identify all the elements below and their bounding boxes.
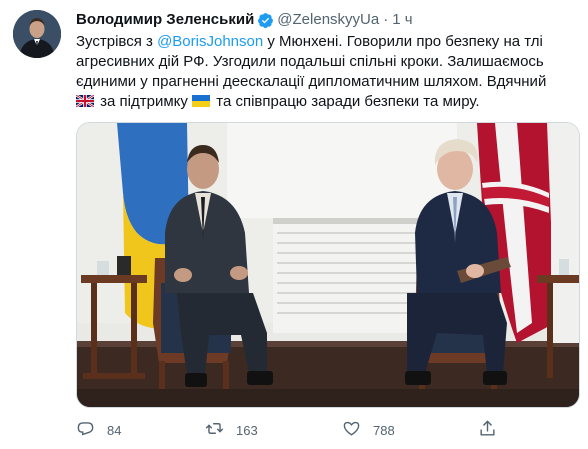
like-button[interactable]: 788 [342,419,395,441]
tweet-text: Зустрівся з @BorisJohnson у Мюнхені. Гов… [75,32,576,112]
text-after-mention: у Мюнхені. Говорили про безпеку на тлі [263,33,543,50]
like-count: 788 [373,422,395,438]
meeting-photo [77,123,579,407]
tweet-actions: 84 163 788 [76,418,576,442]
share-button[interactable] [478,419,497,441]
retweet-button[interactable]: 163 [205,419,258,441]
reply-button[interactable]: 84 [76,419,121,441]
share-icon [478,419,497,441]
retweet-icon [205,419,224,441]
tweet-header: Володимир Зеленський @ZelenskyyUa · 1 ч [76,10,413,30]
text-support: за підтримку [96,93,193,110]
author-handle[interactable]: @ZelenskyyUa [277,10,379,30]
timestamp[interactable]: 1 ч [392,10,412,30]
tweet-text-line-1: Зустрівся з @BorisJohnson у Мюнхені. Гов… [76,32,576,52]
mention-link[interactable]: @BorisJohnson [157,33,263,50]
tweet-photo[interactable] [76,122,580,408]
retweet-count: 163 [236,422,258,438]
avatar-image [13,10,61,58]
reply-count: 84 [107,422,122,438]
verified-badge-icon [257,12,274,29]
text-prefix: Зустрівся з [76,33,158,50]
tweet-text-line-4: за підтримку та співпрацю заради безпеки… [75,92,576,112]
reply-icon [76,419,95,441]
uk-flag-icon [75,93,95,108]
heart-icon [342,419,361,441]
text-cooperation: та співпрацю заради безпеки та миру. [212,93,480,110]
ukraine-flag-icon [192,93,211,107]
avatar[interactable] [13,10,61,58]
tweet-text-line-2: агресивних дій РФ. Узгодили подальші спі… [76,53,544,70]
author-name[interactable]: Володимир Зеленський [76,10,254,30]
separator-dot: · [383,11,389,28]
tweet-text-line-3: єдиними у прагненні деескалації дипломат… [76,73,547,90]
